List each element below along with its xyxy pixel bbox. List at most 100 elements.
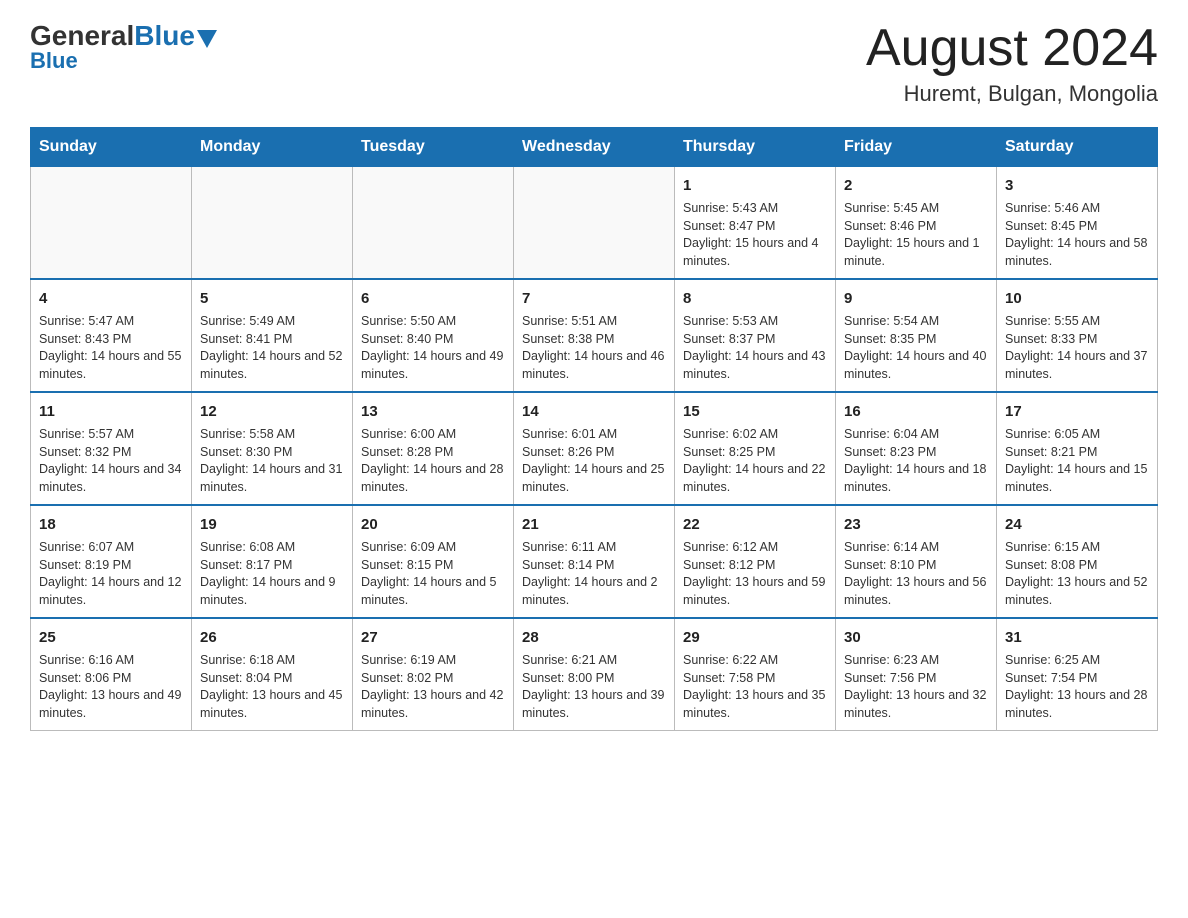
calendar-week-row: 25 Sunrise: 6:16 AM Sunset: 8:06 PM Dayli… xyxy=(31,618,1158,731)
day-number: 7 xyxy=(522,288,666,309)
calendar-cell: 3 Sunrise: 5:46 AM Sunset: 8:45 PM Daylig… xyxy=(997,167,1158,280)
calendar-cell: 11 Sunrise: 5:57 AM Sunset: 8:32 PM Dayli… xyxy=(31,392,192,505)
day-number: 9 xyxy=(844,288,988,309)
day-info: Sunrise: 5:50 AM Sunset: 8:40 PM Dayligh… xyxy=(361,313,505,383)
day-number: 25 xyxy=(39,627,183,648)
calendar-cell: 12 Sunrise: 5:58 AM Sunset: 8:30 PM Dayli… xyxy=(192,392,353,505)
day-info: Sunrise: 5:58 AM Sunset: 8:30 PM Dayligh… xyxy=(200,426,344,496)
day-info: Sunrise: 6:09 AM Sunset: 8:15 PM Dayligh… xyxy=(361,539,505,609)
calendar-cell: 16 Sunrise: 6:04 AM Sunset: 8:23 PM Dayli… xyxy=(836,392,997,505)
calendar-cell: 10 Sunrise: 5:55 AM Sunset: 8:33 PM Dayli… xyxy=(997,279,1158,392)
calendar-header-saturday: Saturday xyxy=(997,128,1158,167)
calendar-cell: 8Sunrise: 5:53 AM Sunset: 8:37 PM Daylig… xyxy=(675,279,836,392)
day-info: Sunrise: 6:01 AM Sunset: 8:26 PM Dayligh… xyxy=(522,426,666,496)
calendar-week-row: 18 Sunrise: 6:07 AM Sunset: 8:19 PM Dayli… xyxy=(31,505,1158,618)
day-number: 21 xyxy=(522,514,666,535)
calendar-week-row: 11 Sunrise: 5:57 AM Sunset: 8:32 PM Dayli… xyxy=(31,392,1158,505)
day-info: Sunrise: 6:25 AM Sunset: 7:54 PM Dayligh… xyxy=(1005,652,1149,722)
calendar-cell xyxy=(514,167,675,280)
logo-subtitle: Blue xyxy=(30,48,78,74)
calendar-cell: 1Sunrise: 5:43 AM Sunset: 8:47 PM Daylig… xyxy=(675,167,836,280)
day-info: Sunrise: 6:21 AM Sunset: 8:00 PM Dayligh… xyxy=(522,652,666,722)
day-number: 13 xyxy=(361,401,505,422)
day-info: Sunrise: 5:54 AM Sunset: 8:35 PM Dayligh… xyxy=(844,313,988,383)
day-number: 11 xyxy=(39,401,183,422)
logo-triangle-icon xyxy=(197,30,217,48)
calendar-cell: 7 Sunrise: 5:51 AM Sunset: 8:38 PM Daylig… xyxy=(514,279,675,392)
day-number: 20 xyxy=(361,514,505,535)
day-info: Sunrise: 5:47 AM Sunset: 8:43 PM Dayligh… xyxy=(39,313,183,383)
calendar-cell: 29 Sunrise: 6:22 AM Sunset: 7:58 PM Dayli… xyxy=(675,618,836,731)
month-year-title: August 2024 xyxy=(866,20,1158,77)
day-info: Sunrise: 6:12 AM Sunset: 8:12 PM Dayligh… xyxy=(683,539,827,609)
calendar-week-row: 1Sunrise: 5:43 AM Sunset: 8:47 PM Daylig… xyxy=(31,167,1158,280)
calendar-cell: 24 Sunrise: 6:15 AM Sunset: 8:08 PM Dayli… xyxy=(997,505,1158,618)
calendar-cell: 5 Sunrise: 5:49 AM Sunset: 8:41 PM Daylig… xyxy=(192,279,353,392)
day-info: Sunrise: 6:15 AM Sunset: 8:08 PM Dayligh… xyxy=(1005,539,1149,609)
calendar-cell: 27 Sunrise: 6:19 AM Sunset: 8:02 PM Dayli… xyxy=(353,618,514,731)
day-info: Sunrise: 6:14 AM Sunset: 8:10 PM Dayligh… xyxy=(844,539,988,609)
day-info: Sunrise: 5:45 AM Sunset: 8:46 PM Dayligh… xyxy=(844,200,988,270)
day-info: Sunrise: 6:23 AM Sunset: 7:56 PM Dayligh… xyxy=(844,652,988,722)
calendar-header-sunday: Sunday xyxy=(31,128,192,167)
day-info: Sunrise: 6:16 AM Sunset: 8:06 PM Dayligh… xyxy=(39,652,183,722)
day-info: Sunrise: 6:11 AM Sunset: 8:14 PM Dayligh… xyxy=(522,539,666,609)
calendar-cell: 19 Sunrise: 6:08 AM Sunset: 8:17 PM Dayli… xyxy=(192,505,353,618)
logo-blue-text: Blue xyxy=(134,20,195,52)
day-number: 24 xyxy=(1005,514,1149,535)
calendar-cell: 2Sunrise: 5:45 AM Sunset: 8:46 PM Daylig… xyxy=(836,167,997,280)
calendar-cell: 23 Sunrise: 6:14 AM Sunset: 8:10 PM Dayli… xyxy=(836,505,997,618)
calendar-cell: 9 Sunrise: 5:54 AM Sunset: 8:35 PM Daylig… xyxy=(836,279,997,392)
calendar-cell: 20 Sunrise: 6:09 AM Sunset: 8:15 PM Dayli… xyxy=(353,505,514,618)
day-number: 6 xyxy=(361,288,505,309)
day-info: Sunrise: 5:46 AM Sunset: 8:45 PM Dayligh… xyxy=(1005,200,1149,270)
day-number: 29 xyxy=(683,627,827,648)
calendar-cell: 4 Sunrise: 5:47 AM Sunset: 8:43 PM Daylig… xyxy=(31,279,192,392)
location-subtitle: Huremt, Bulgan, Mongolia xyxy=(866,81,1158,107)
day-info: Sunrise: 5:49 AM Sunset: 8:41 PM Dayligh… xyxy=(200,313,344,383)
day-number: 19 xyxy=(200,514,344,535)
day-number: 8 xyxy=(683,288,827,309)
calendar-header-row: SundayMondayTuesdayWednesdayThursdayFrid… xyxy=(31,128,1158,167)
calendar-cell: 14 Sunrise: 6:01 AM Sunset: 8:26 PM Dayli… xyxy=(514,392,675,505)
calendar-cell: 6 Sunrise: 5:50 AM Sunset: 8:40 PM Daylig… xyxy=(353,279,514,392)
calendar-cell: 28 Sunrise: 6:21 AM Sunset: 8:00 PM Dayli… xyxy=(514,618,675,731)
calendar-table: SundayMondayTuesdayWednesdayThursdayFrid… xyxy=(30,127,1158,731)
day-info: Sunrise: 5:43 AM Sunset: 8:47 PM Dayligh… xyxy=(683,200,827,270)
day-number: 18 xyxy=(39,514,183,535)
day-info: Sunrise: 6:07 AM Sunset: 8:19 PM Dayligh… xyxy=(39,539,183,609)
day-info: Sunrise: 5:51 AM Sunset: 8:38 PM Dayligh… xyxy=(522,313,666,383)
day-number: 16 xyxy=(844,401,988,422)
day-number: 4 xyxy=(39,288,183,309)
day-number: 23 xyxy=(844,514,988,535)
day-number: 5 xyxy=(200,288,344,309)
calendar-cell xyxy=(353,167,514,280)
title-block: August 2024 Huremt, Bulgan, Mongolia xyxy=(866,20,1158,107)
calendar-header-wednesday: Wednesday xyxy=(514,128,675,167)
calendar-cell: 13Sunrise: 6:00 AM Sunset: 8:28 PM Dayli… xyxy=(353,392,514,505)
calendar-header-friday: Friday xyxy=(836,128,997,167)
day-number: 12 xyxy=(200,401,344,422)
day-number: 28 xyxy=(522,627,666,648)
calendar-header-monday: Monday xyxy=(192,128,353,167)
day-info: Sunrise: 6:04 AM Sunset: 8:23 PM Dayligh… xyxy=(844,426,988,496)
day-info: Sunrise: 6:02 AM Sunset: 8:25 PM Dayligh… xyxy=(683,426,827,496)
calendar-week-row: 4 Sunrise: 5:47 AM Sunset: 8:43 PM Daylig… xyxy=(31,279,1158,392)
calendar-cell: 17Sunrise: 6:05 AM Sunset: 8:21 PM Dayli… xyxy=(997,392,1158,505)
day-info: Sunrise: 5:57 AM Sunset: 8:32 PM Dayligh… xyxy=(39,426,183,496)
day-number: 27 xyxy=(361,627,505,648)
day-info: Sunrise: 5:55 AM Sunset: 8:33 PM Dayligh… xyxy=(1005,313,1149,383)
calendar-cell: 26 Sunrise: 6:18 AM Sunset: 8:04 PM Dayli… xyxy=(192,618,353,731)
day-info: Sunrise: 6:18 AM Sunset: 8:04 PM Dayligh… xyxy=(200,652,344,722)
day-number: 14 xyxy=(522,401,666,422)
day-info: Sunrise: 6:22 AM Sunset: 7:58 PM Dayligh… xyxy=(683,652,827,722)
day-number: 15 xyxy=(683,401,827,422)
day-info: Sunrise: 6:08 AM Sunset: 8:17 PM Dayligh… xyxy=(200,539,344,609)
day-number: 10 xyxy=(1005,288,1149,309)
day-info: Sunrise: 6:19 AM Sunset: 8:02 PM Dayligh… xyxy=(361,652,505,722)
day-info: Sunrise: 6:05 AM Sunset: 8:21 PM Dayligh… xyxy=(1005,426,1149,496)
day-number: 3 xyxy=(1005,175,1149,196)
calendar-cell: 18 Sunrise: 6:07 AM Sunset: 8:19 PM Dayli… xyxy=(31,505,192,618)
day-number: 26 xyxy=(200,627,344,648)
calendar-header-thursday: Thursday xyxy=(675,128,836,167)
